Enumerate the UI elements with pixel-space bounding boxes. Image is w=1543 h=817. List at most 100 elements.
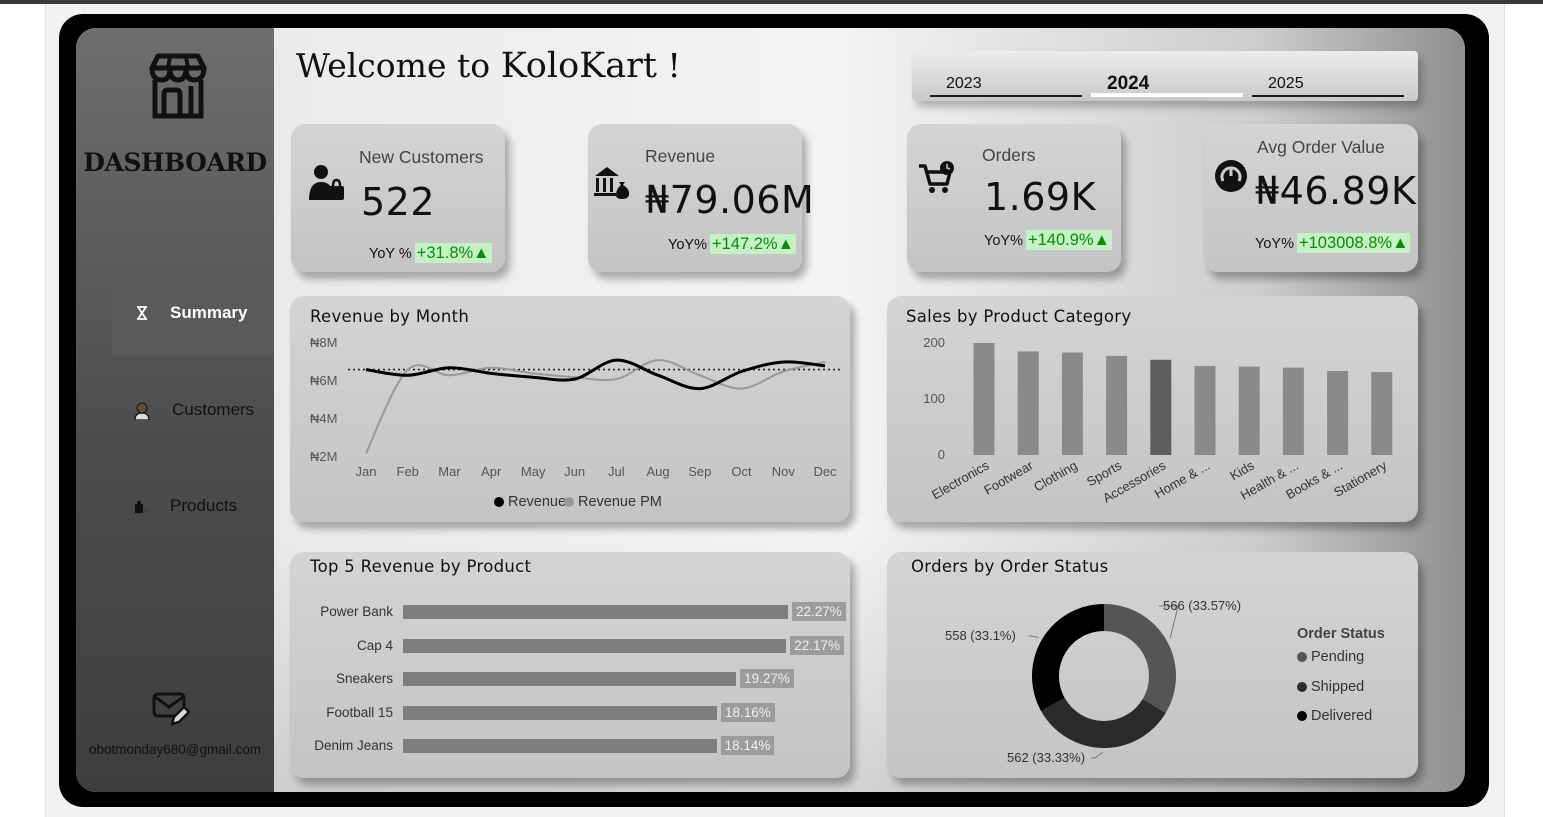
year-underline [1252,95,1404,97]
welcome-suffix: ! [656,46,681,85]
year-label-2023: 2023 [946,75,982,92]
shop-icon [134,498,150,514]
bar [403,705,717,720]
mail-edit-icon[interactable] [152,690,191,728]
nav-item-products[interactable]: Products [112,464,274,548]
chart-panel-orders-by-status: Orders by Order Status 566 (33.57%) 562 (… [887,552,1418,778]
yoy-label: YoY% [1255,236,1294,252]
x-tick-label: Electronics [929,457,992,502]
hourglass-icon [134,305,150,321]
legend-item-shipped: Shipped [1297,679,1364,695]
legend-label: Shipped [1311,678,1365,695]
brand-name: KoloKart [500,46,657,86]
slice-data-label: 558 (33.1%) [945,628,1016,643]
yoy-label: YoY% [984,233,1023,249]
kpi-card-new-customers: New Customers 522 YoY % +31.8%▲ [291,124,505,272]
bar[interactable] [973,343,995,455]
donut-slice-shipped[interactable] [1041,697,1166,748]
year-label-2025: 2025 [1268,75,1304,92]
x-tick-label: Kids [1227,457,1257,483]
data-label: 19.27% [740,669,794,689]
bank-money-icon [593,164,631,200]
dashboard-title: DASHBOARD [83,148,267,177]
bar [403,672,737,687]
customer-bag-icon [309,164,345,202]
legend-label: Pending [1311,649,1365,665]
leader-line [1091,751,1104,759]
bar[interactable] [1327,371,1349,455]
nav-item-customers[interactable]: Customers [112,368,274,452]
bar[interactable] [1061,352,1083,455]
data-label: 18.16% [720,702,775,722]
welcome-prefix: Welcome to [296,46,501,85]
line-plot [348,358,840,454]
contact-email[interactable]: obotmonday680@gmail.com [76,742,274,757]
legend-item-pending: Pending [1297,649,1364,665]
legend-item-revenue: Revenue [494,494,566,510]
bar[interactable] [1150,359,1172,455]
nav-label-summary: Summary [170,303,248,322]
legend-label: Revenue [508,494,567,510]
data-label: 22.27% [792,602,846,621]
bar-category-label: Cap 4 [356,637,393,653]
legend-item-revenue-pm: Revenue PM [564,494,662,510]
kpi-card-revenue: Revenue ₦79.06M YoY% +147.2%▲ [588,124,814,272]
gauge-icon [1214,159,1248,193]
legend-dot [1297,652,1307,662]
donut-slice-pending[interactable] [1104,604,1176,713]
bar [403,739,717,754]
yoy-change-badge: +31.8%▲ [414,243,492,263]
bar [403,605,788,619]
bar[interactable] [1017,351,1039,455]
year-label-2024: 2024 [1107,73,1150,94]
series-line-revenue-pm [365,359,826,454]
kpi-yoy: YoY% +147.2%▲ [668,234,796,254]
bar-plot: ElectronicsFootwearClothing SportsAccesso… [929,343,1393,506]
bar-category-label: Football 15 [326,704,393,720]
year-option-2024[interactable]: 2024 [1091,73,1243,97]
kpi-value: 522 [361,180,436,224]
nav-item-summary[interactable]: Summary [112,271,274,355]
data-label: 18.14% [720,736,775,756]
year-option-2025[interactable]: 2025 [1252,75,1404,97]
kpi-label: New Customers [359,147,484,167]
data-label: 22.17% [790,635,845,655]
bar[interactable] [1371,372,1393,455]
nav-label-customers: Customers [172,400,255,419]
donut-plot [1029,604,1179,759]
chart-panel-sales-by-category: Sales by Product Category 200 100 0 Electr… [887,296,1418,522]
kpi-value: 1.69K [984,175,1097,219]
donut-slice-delivered[interactable] [1032,604,1104,712]
yoy-change-badge: +140.9%▲ [1025,230,1112,250]
slice-data-label: 566 (33.57%) [1163,598,1242,613]
kpi-card-avg-order-value: Avg Order Value ₦46.89K YoY% +103008.8%▲ [1204,124,1418,272]
year-slicer: 2023 2024 2025 [912,51,1418,101]
kpi-card-orders: Orders 1.69K YoY% +140.9%▲ [907,124,1121,272]
bar[interactable] [1282,367,1304,455]
kpi-yoy: YoY% +140.9%▲ [984,230,1112,250]
legend-title: Order Status [1297,626,1385,642]
cart-clock-icon [919,160,957,196]
legend-dot [564,497,574,507]
chart-panel-top5-products: Top 5 Revenue by Product Power Bank 22.27… [290,552,850,778]
chart-title: Top 5 Revenue by Product [310,557,532,576]
bar [403,638,787,653]
leader-line [1029,635,1039,639]
kpi-yoy: YoY % +31.8%▲ [369,243,492,263]
chart-panel-revenue-by-month: Revenue by Month ₦8M ₦6M ₦4M ₦2M Jan Feb Mar A… [290,296,850,522]
x-tick-label: Footwear [981,457,1036,497]
kpi-label: Revenue [645,146,716,166]
legend-dot [1297,711,1307,721]
bar[interactable] [1238,366,1260,455]
year-option-2023[interactable]: 2023 [930,75,1082,97]
bar[interactable] [1106,355,1128,455]
kpi-value: ₦46.89K [1255,169,1417,213]
yoy-change-badge: +103008.8%▲ [1296,233,1411,253]
kpi-yoy: YoY% +103008.8%▲ [1255,233,1411,253]
bar-category-label: Denim Jeans [314,738,393,754]
bar-category-label: Power Bank [320,604,393,619]
bar-category-label: Sneakers [335,671,393,687]
bar[interactable] [1194,365,1216,455]
year-underline-selected [1091,93,1243,97]
nav-label-products: Products [170,496,238,515]
